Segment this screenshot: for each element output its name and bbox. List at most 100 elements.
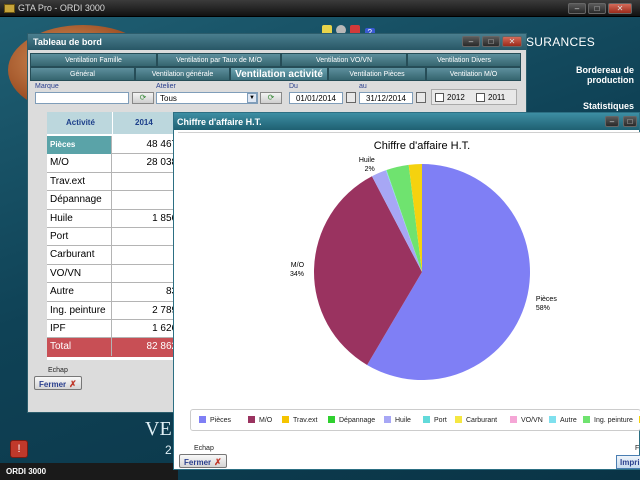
year-2012-checkbox[interactable] bbox=[435, 93, 444, 102]
table-row[interactable]: Autre83,66 bbox=[47, 283, 193, 302]
atelier-select[interactable]: Tous bbox=[156, 92, 258, 104]
activity-cell: Trav.ext bbox=[47, 172, 112, 191]
table-row[interactable]: Dépannage bbox=[47, 191, 193, 210]
tab-ventilation-vovn[interactable]: Ventilation VO/VN bbox=[281, 53, 407, 67]
legend-label: M/O bbox=[259, 417, 273, 424]
chart-maximize-button[interactable]: □ bbox=[623, 116, 637, 127]
slice-label-name: Pièces bbox=[536, 296, 558, 303]
legend-item[interactable]: Ing. peinture bbox=[583, 416, 633, 424]
legend-item[interactable]: Port bbox=[423, 416, 447, 424]
slice-label-pct: 34% bbox=[290, 271, 304, 278]
table-row[interactable]: VO/VN bbox=[47, 264, 193, 284]
chart-fermer-button[interactable]: Fermer ✗ bbox=[179, 454, 227, 468]
table-row[interactable]: Pièces 48 467,62 bbox=[47, 136, 193, 155]
tab-ventilation-famille[interactable]: Ventilation Famille bbox=[30, 53, 157, 67]
legend-label: Dépannage bbox=[339, 417, 376, 424]
table-row[interactable]: Ing. peinture 2 789,40 bbox=[47, 301, 193, 320]
tab-ventilation-mo[interactable]: Ventilation M/O bbox=[426, 67, 521, 81]
f-label: F bbox=[635, 445, 640, 452]
marque-input[interactable] bbox=[35, 92, 129, 104]
brand-text: VE bbox=[145, 418, 172, 440]
legend-label: Pièces bbox=[210, 417, 232, 424]
legend-swatch bbox=[423, 416, 430, 423]
chevron-down-icon[interactable]: ▼ bbox=[247, 93, 257, 103]
tab-ventilation-activite[interactable]: Ventilation activité bbox=[230, 67, 328, 81]
menu-bordereau-production[interactable]: Bordereau de production bbox=[527, 65, 640, 85]
dashboard-maximize-button[interactable]: □ bbox=[482, 36, 500, 47]
chart-minimize-button[interactable]: – bbox=[605, 116, 619, 127]
menu-statistiques[interactable]: Statistiques bbox=[527, 101, 640, 111]
chart-legend: Pièces M/O Trav.ext Dépannage Huile Port Carbu… bbox=[190, 409, 640, 431]
column-header-activite[interactable]: Activité bbox=[47, 112, 112, 134]
dashboard-title: Tableau de bord bbox=[33, 37, 102, 47]
chart-panel: Chiffre d'affaire H.T. Pièces 58% M/O 34% Hui… bbox=[178, 132, 640, 422]
legend-item[interactable]: Autre bbox=[549, 416, 577, 424]
legend-label: Trav.ext bbox=[293, 417, 318, 424]
slice-label-pct: 58% bbox=[536, 305, 550, 312]
dashboard-titlebar: Tableau de bord – □ ✕ bbox=[28, 34, 526, 50]
dashboard-close-button[interactable]: ✕ bbox=[502, 36, 522, 47]
echap-label: Echap bbox=[48, 367, 68, 374]
activity-cell: Autre bbox=[47, 283, 112, 302]
table-row[interactable]: IPF 1 626,54 bbox=[47, 320, 193, 339]
atelier-refresh-button[interactable]: ⟳ bbox=[260, 92, 282, 104]
table-row[interactable]: M/O 28 038,73 bbox=[47, 154, 193, 173]
dashboard-minimize-button[interactable]: – bbox=[462, 36, 480, 47]
calendar-icon[interactable] bbox=[416, 92, 426, 103]
legend-item[interactable]: Pièces bbox=[199, 416, 231, 424]
legend-item[interactable]: Huile bbox=[384, 416, 411, 424]
table-row[interactable]: Huile 1 856,43 bbox=[47, 209, 193, 228]
tab-ventilation-generale[interactable]: Ventilation générale bbox=[135, 67, 230, 81]
legend-swatch bbox=[455, 416, 462, 423]
legend-label: Port bbox=[434, 417, 447, 424]
legend-label: Carburant bbox=[466, 417, 498, 424]
minimize-button[interactable]: – bbox=[568, 3, 586, 14]
legend-item[interactable]: Trav.ext bbox=[282, 416, 318, 424]
activity-cell: Total bbox=[47, 338, 112, 357]
activity-cell: IPF bbox=[47, 320, 112, 338]
activity-cell: M/O bbox=[47, 154, 112, 173]
tab-ventilation-pieces[interactable]: Ventilation Pièces bbox=[328, 67, 426, 81]
slice-label: Huile 2% bbox=[359, 157, 375, 173]
tab-ventilation-divers[interactable]: Ventilation Divers bbox=[407, 53, 521, 67]
activity-cell: Pièces bbox=[47, 136, 112, 154]
table-row[interactable]: Trav.ext bbox=[47, 172, 193, 192]
legend-swatch bbox=[384, 416, 391, 423]
slice-label-name: Huile bbox=[359, 157, 375, 164]
year-2011-checkbox[interactable] bbox=[476, 93, 485, 102]
activity-table: Activité 2014 Pièces 48 467,62 M/O 28 038,7… bbox=[47, 112, 193, 360]
print-button[interactable]: Imprimer bbox=[616, 455, 640, 469]
date-to-input[interactable]: 31/12/2014 bbox=[359, 92, 413, 104]
atelier-label: Atelier bbox=[156, 83, 176, 90]
tab-general[interactable]: Général bbox=[30, 67, 135, 81]
legend-swatch bbox=[549, 416, 556, 423]
maximize-button[interactable]: □ bbox=[588, 3, 606, 14]
close-x-icon: ✗ bbox=[214, 457, 222, 467]
au-label: au bbox=[359, 83, 367, 90]
table-row[interactable]: Carburant bbox=[47, 246, 193, 265]
table-row[interactable]: Total 82 862,38 bbox=[47, 338, 193, 357]
close-button[interactable]: ✕ bbox=[608, 3, 632, 14]
legend-item[interactable]: Carburant bbox=[455, 416, 497, 424]
echap-label: Echap bbox=[194, 445, 214, 452]
fermer-button[interactable]: Fermer ✗ bbox=[34, 376, 82, 390]
marque-refresh-button[interactable]: ⟳ bbox=[132, 92, 154, 104]
legend-swatch bbox=[282, 416, 289, 423]
chart-title: Chiffre d'affaire H.T. bbox=[374, 140, 470, 152]
chart-titlebar: Chiffre d'affaire H.T. – □ bbox=[174, 113, 639, 130]
legend-item[interactable]: VO/VN bbox=[510, 416, 543, 424]
legend-item[interactable]: M/O bbox=[248, 416, 272, 424]
table-row[interactable]: Port bbox=[47, 228, 193, 247]
calendar-icon[interactable] bbox=[346, 92, 356, 103]
legend-item[interactable]: Dépannage bbox=[328, 416, 375, 424]
alert-icon[interactable]: ! bbox=[10, 440, 28, 458]
legend-label: Autre bbox=[560, 417, 577, 424]
du-label: Du bbox=[289, 83, 298, 90]
pie-chart: Chiffre d'affaire H.T. Pièces 58% M/O 34% Hui… bbox=[290, 140, 558, 381]
date-from-input[interactable]: 01/01/2014 bbox=[289, 92, 343, 104]
close-x-icon: ✗ bbox=[69, 379, 77, 389]
year-compare-box: 2012 2011 bbox=[431, 89, 517, 105]
year-2011-label: 2011 bbox=[488, 93, 506, 102]
tab-ventilation-taux-mo[interactable]: Ventilation par Taux de M/O bbox=[157, 53, 281, 67]
legend-swatch bbox=[328, 416, 335, 423]
